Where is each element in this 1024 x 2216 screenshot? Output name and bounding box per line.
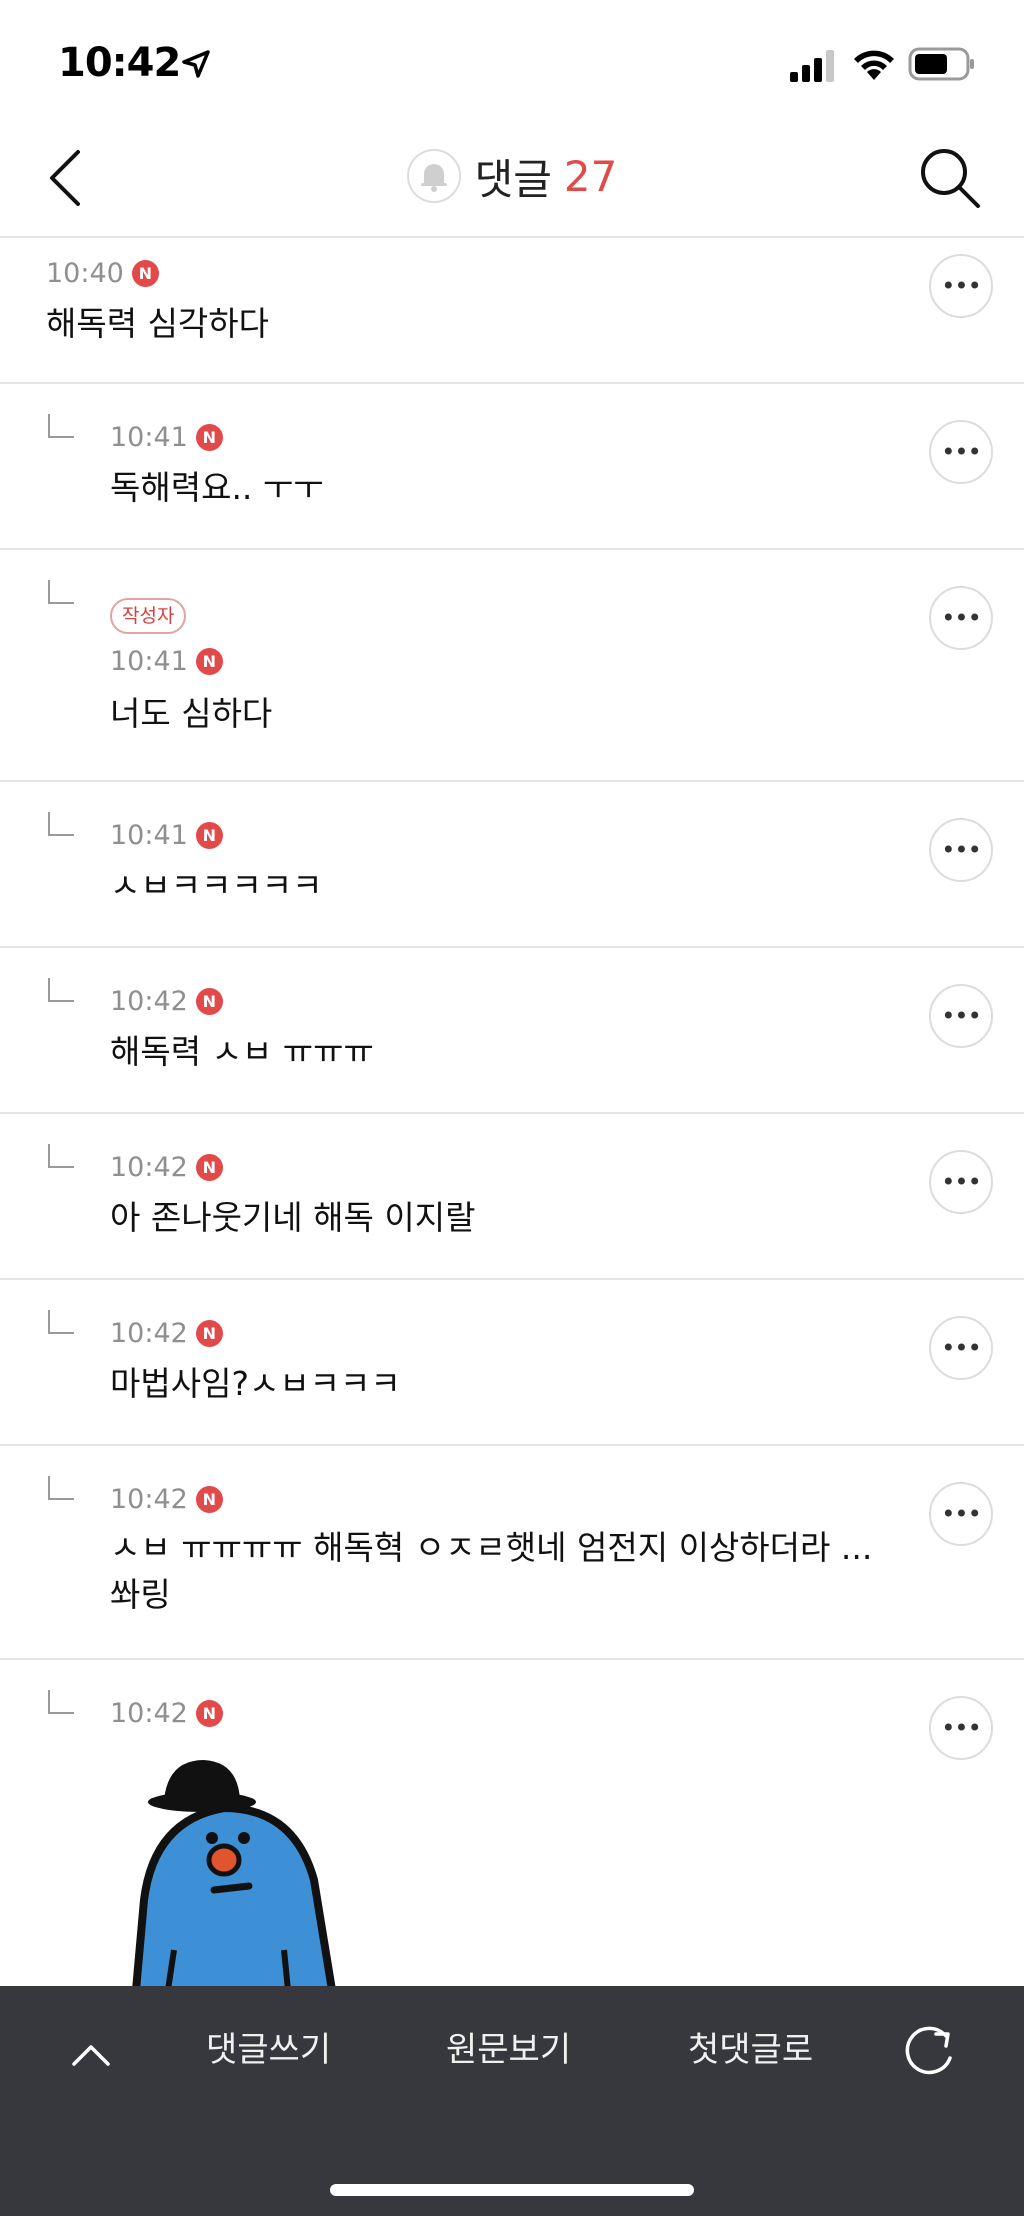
sticker-image bbox=[132, 1760, 336, 1990]
reply-indicator-icon bbox=[48, 1690, 74, 1714]
ellipsis-icon: ••• bbox=[941, 1334, 981, 1362]
comment-count: 27 bbox=[563, 151, 618, 201]
new-badge: N bbox=[195, 648, 223, 675]
comment-text: 아 존나웃기네 해독 이지랄 bbox=[110, 1198, 476, 1237]
new-badge: N bbox=[131, 260, 159, 287]
comment-text: 해독력 ㅅㅂ ㅠㅠㅠ bbox=[110, 1032, 374, 1071]
comment-item: 10:42 N ••• bbox=[0, 1660, 1024, 1990]
comment-meta: 10:41 N bbox=[110, 820, 223, 851]
first-comment-button[interactable]: 첫댓글로 bbox=[688, 2020, 813, 2080]
ellipsis-icon: ••• bbox=[941, 604, 981, 632]
more-options-button[interactable]: ••• bbox=[929, 1482, 993, 1546]
more-options-button[interactable]: ••• bbox=[929, 586, 993, 650]
comment-item: 10:41 N ㅅㅂㅋㅋㅋㅋㅋ ••• bbox=[0, 782, 1024, 948]
comment-text: 해독력 심각하다 bbox=[46, 304, 270, 343]
comment-meta: 10:41 N bbox=[110, 646, 223, 677]
new-badge: N bbox=[195, 1154, 223, 1181]
comment-time: 10:41 bbox=[110, 646, 188, 677]
new-badge: N bbox=[195, 988, 223, 1015]
author-badge: 작성자 bbox=[110, 598, 187, 634]
cellular-signal-icon bbox=[790, 50, 834, 82]
comment-item: 10:42 N 아 존나웃기네 해독 이지랄 ••• bbox=[0, 1114, 1024, 1280]
comment-time: 10:42 bbox=[110, 1484, 188, 1515]
ellipsis-icon: ••• bbox=[941, 836, 981, 864]
ellipsis-icon: ••• bbox=[941, 272, 981, 300]
view-original-button[interactable]: 원문보기 bbox=[446, 2020, 571, 2080]
comment-time: 10:42 bbox=[110, 1698, 188, 1729]
reply-indicator-icon bbox=[48, 414, 74, 438]
comment-text: 마법사임?ㅅㅂㅋㅋㅋ bbox=[110, 1364, 401, 1403]
ellipsis-icon: ••• bbox=[941, 1168, 981, 1196]
comment-item: 작성자 10:41 N 너도 심하다 ••• bbox=[0, 550, 1024, 782]
reply-indicator-icon bbox=[48, 580, 74, 604]
status-time: 10:42 bbox=[58, 40, 181, 86]
comment-text: 너도 심하다 bbox=[110, 694, 273, 733]
write-comment-button[interactable]: 댓글쓰기 bbox=[206, 2020, 331, 2080]
comment-meta: 10:42 N bbox=[110, 1318, 223, 1349]
wifi-icon bbox=[854, 50, 894, 80]
new-badge: N bbox=[195, 424, 223, 451]
comment-time: 10:42 bbox=[110, 1152, 188, 1183]
comment-time: 10:42 bbox=[110, 1318, 188, 1349]
comment-meta: 10:42 N bbox=[110, 1484, 223, 1515]
comment-item: 10:40 N 해독력 심각하다 ••• bbox=[0, 240, 1024, 384]
reply-indicator-icon bbox=[48, 1310, 74, 1334]
reply-indicator-icon bbox=[48, 978, 74, 1002]
reply-indicator-icon bbox=[48, 812, 74, 836]
comment-time: 10:41 bbox=[110, 820, 188, 851]
more-options-button[interactable]: ••• bbox=[929, 1696, 993, 1760]
more-options-button[interactable]: ••• bbox=[929, 818, 993, 882]
nav-bar: 댓글 27 bbox=[0, 120, 1024, 238]
comment-meta: 10:40 N bbox=[46, 258, 159, 289]
comment-text: ㅅㅂㅋㅋㅋㅋㅋ bbox=[110, 866, 323, 905]
more-options-button[interactable]: ••• bbox=[929, 1150, 993, 1214]
reply-indicator-icon bbox=[48, 1144, 74, 1168]
more-options-button[interactable]: ••• bbox=[929, 254, 993, 318]
notification-bell-icon[interactable] bbox=[406, 149, 461, 203]
more-options-button[interactable]: ••• bbox=[929, 1316, 993, 1380]
comment-time: 10:42 bbox=[110, 986, 188, 1017]
comment-time: 10:40 bbox=[46, 258, 124, 289]
reply-indicator-icon bbox=[48, 1476, 74, 1500]
bottom-toolbar: 댓글쓰기 원문보기 첫댓글로 bbox=[0, 1986, 1024, 2216]
home-indicator bbox=[330, 2184, 694, 2196]
nav-title-group: 댓글 27 bbox=[0, 144, 1024, 208]
ellipsis-icon: ••• bbox=[941, 1002, 981, 1030]
location-arrow-icon bbox=[182, 50, 210, 78]
comment-time: 10:41 bbox=[110, 422, 188, 453]
comment-item: 10:42 N 해독력 ㅅㅂ ㅠㅠㅠ ••• bbox=[0, 948, 1024, 1114]
comment-meta: 10:42 N bbox=[110, 1698, 223, 1729]
comment-meta: 10:42 N bbox=[110, 986, 223, 1017]
comment-item: 10:41 N 독해력요.. ㅜㅜ ••• bbox=[0, 384, 1024, 550]
more-options-button[interactable]: ••• bbox=[929, 420, 993, 484]
ellipsis-icon: ••• bbox=[941, 1500, 981, 1528]
ellipsis-icon: ••• bbox=[941, 1714, 981, 1742]
refresh-button[interactable] bbox=[900, 2022, 960, 2082]
comment-meta: 10:41 N bbox=[110, 422, 223, 453]
comment-text: 독해력요.. ㅜㅜ bbox=[110, 468, 324, 507]
new-badge: N bbox=[195, 1486, 223, 1513]
comment-item: 10:42 N 마법사임?ㅅㅂㅋㅋㅋ ••• bbox=[0, 1280, 1024, 1446]
status-bar: 10:42 bbox=[0, 0, 1024, 120]
new-badge: N bbox=[195, 822, 223, 849]
scroll-to-top-button[interactable] bbox=[66, 2030, 116, 2080]
page-title: 댓글 bbox=[474, 154, 552, 204]
ellipsis-icon: ••• bbox=[941, 438, 981, 466]
more-options-button[interactable]: ••• bbox=[929, 984, 993, 1048]
comment-text: ㅅㅂ ㅠㅠㅠㅠ 해독혁 ㅇㅈㄹ햇네 엄전지 이상하더라 ... 쏴링 bbox=[110, 1528, 873, 1614]
search-button[interactable] bbox=[918, 146, 982, 210]
new-badge: N bbox=[195, 1700, 223, 1727]
comment-meta: 10:42 N bbox=[110, 1152, 223, 1183]
new-badge: N bbox=[195, 1320, 223, 1347]
battery-icon bbox=[908, 47, 974, 81]
comment-list: 10:40 N 해독력 심각하다 ••• 10:41 N 독해력요.. ㅜㅜ •… bbox=[0, 240, 1024, 1990]
comment-item: 10:42 N ㅅㅂ ㅠㅠㅠㅠ 해독혁 ㅇㅈㄹ햇네 엄전지 이상하더라 ... … bbox=[0, 1446, 1024, 1660]
